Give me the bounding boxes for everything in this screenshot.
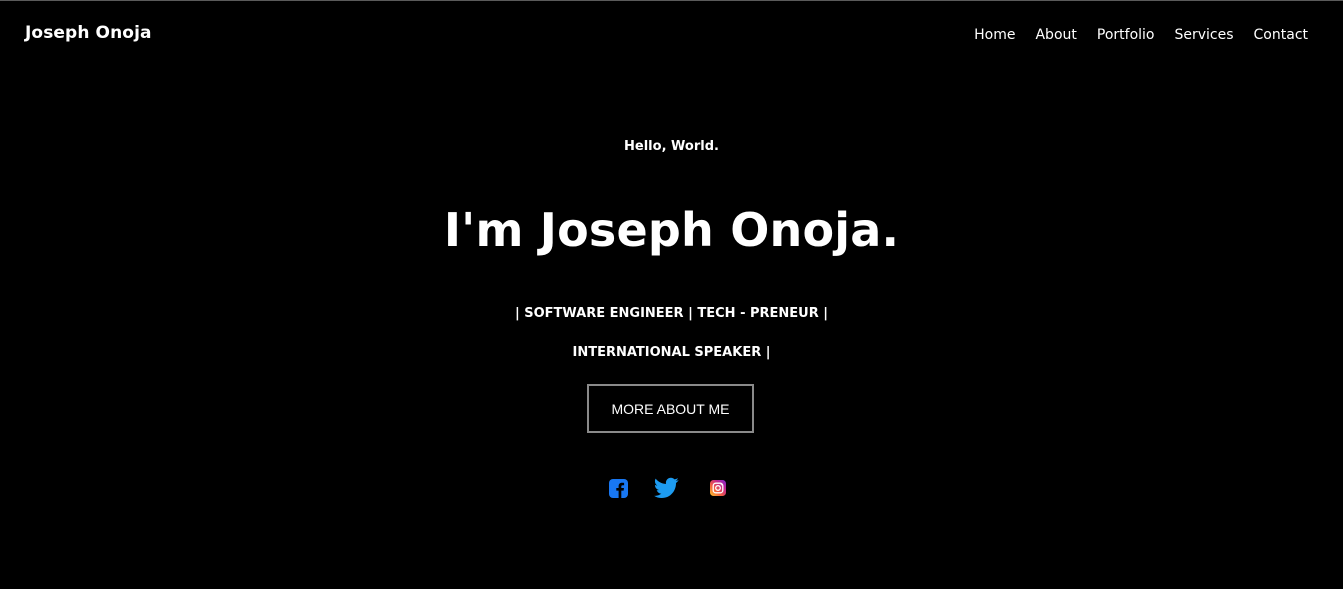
facebook-icon[interactable]: [609, 479, 628, 498]
nav-services[interactable]: Services: [1174, 27, 1233, 43]
more-about-me-button[interactable]: MORE ABOUT ME: [587, 384, 754, 433]
nav-contact[interactable]: Contact: [1254, 27, 1308, 43]
instagram-icon[interactable]: [710, 480, 726, 496]
main-nav: Home About Portfolio Services Contact: [974, 27, 1308, 43]
nav-about[interactable]: About: [1035, 27, 1076, 43]
nav-home[interactable]: Home: [974, 27, 1015, 43]
social-links: [0, 477, 1343, 501]
page: Joseph Onoja Home About Portfolio Servic…: [0, 0, 1343, 589]
twitter-icon[interactable]: [654, 477, 679, 499]
hero-tagline-line2: INTERNATIONAL SPEAKER |: [572, 345, 771, 360]
hero-headline: I'm Joseph Onoja.: [443, 203, 900, 257]
site-brand[interactable]: Joseph Onoja: [25, 23, 152, 43]
hero-tagline-line1: | SOFTWARE ENGINEER | TECH - PRENEUR |: [514, 306, 829, 321]
hero-greeting: Hello, World.: [624, 139, 719, 154]
nav-portfolio[interactable]: Portfolio: [1097, 27, 1155, 43]
